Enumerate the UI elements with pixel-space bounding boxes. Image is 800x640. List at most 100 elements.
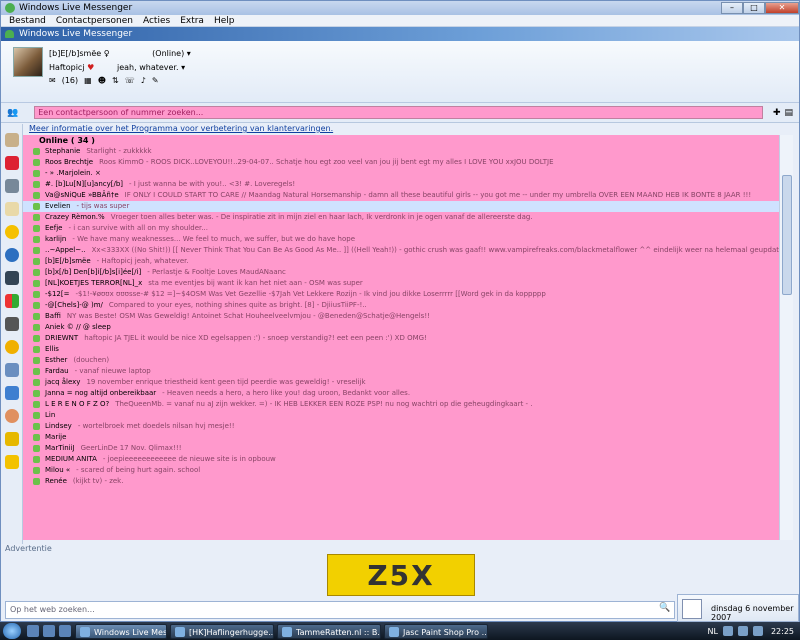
chevron-down-icon[interactable]: ▾ bbox=[181, 63, 185, 72]
music-icon[interactable]: ♪ bbox=[141, 76, 146, 85]
maximize-button[interactable]: □ bbox=[743, 2, 765, 14]
menu-help[interactable]: Help bbox=[209, 15, 240, 26]
sidebar-windows-icon[interactable] bbox=[5, 294, 19, 308]
language-indicator[interactable]: NL bbox=[707, 627, 717, 636]
contact-row[interactable]: [b]E[/b]smëe - Haftopicj jeah, whatever. bbox=[23, 256, 779, 267]
sidebar-bell-icon[interactable] bbox=[5, 432, 19, 446]
contact-row[interactable]: jacq ålexy 19 november enrique triestheid… bbox=[23, 377, 779, 388]
contact-row[interactable]: Crazey Rèmon.% Vroeger toen alles beter w… bbox=[23, 212, 779, 223]
start-button[interactable] bbox=[3, 623, 21, 639]
contact-row[interactable]: Esther (douchen) bbox=[23, 355, 779, 366]
menu-extra[interactable]: Extra bbox=[175, 15, 209, 26]
web-search-input[interactable]: Op het web zoeken... bbox=[5, 601, 675, 619]
contact-message: - We have many weaknesses... We feel to … bbox=[72, 235, 356, 243]
share-icon[interactable]: ⇅ bbox=[112, 76, 119, 85]
contact-row[interactable]: Va@sNiQuE »BBÂñ†e IF ONLY I COULD START T… bbox=[23, 190, 779, 201]
sidebar-people-icon[interactable] bbox=[5, 409, 19, 423]
sidebar-emoticon-icon[interactable] bbox=[5, 340, 19, 354]
contact-row[interactable]: Fardau - vanaf nieuwe laptop bbox=[23, 366, 779, 377]
ad-banner[interactable]: Z5X bbox=[327, 554, 475, 596]
info-link[interactable]: Meer informatie over het Programma voor … bbox=[1, 123, 799, 135]
sidebar-banner-icon[interactable] bbox=[5, 202, 19, 216]
sidebar-tv-icon[interactable] bbox=[5, 271, 19, 285]
contact-row[interactable]: karlijn - We have many weaknesses... We f… bbox=[23, 234, 779, 245]
tray-icon[interactable] bbox=[722, 626, 733, 636]
contact-row[interactable]: - » .Marjolein. × bbox=[23, 168, 779, 179]
contact-row[interactable]: MEDIUM ANITA - joepieeeeeeeeeeee de nieuw… bbox=[23, 454, 779, 465]
contact-row[interactable]: Aniek © // @ sleep bbox=[23, 322, 779, 333]
online-status-icon bbox=[33, 159, 40, 166]
search-icon[interactable]: 🔍 bbox=[659, 603, 673, 617]
contact-row[interactable]: Janna = nog altijd onbereikbaar - Heaven … bbox=[23, 388, 779, 399]
contact-row[interactable]: Ellis bbox=[23, 344, 779, 355]
avatar[interactable] bbox=[13, 47, 43, 77]
quicklaunch-media-icon[interactable] bbox=[59, 625, 71, 637]
quicklaunch-desktop-icon[interactable] bbox=[27, 625, 39, 637]
sidebar-game-icon[interactable] bbox=[5, 156, 19, 170]
sub-status[interactable]: jeah, whatever. bbox=[117, 63, 179, 72]
title-bar[interactable]: Windows Live Messenger – □ ✕ bbox=[1, 1, 799, 15]
sidebar-star-icon[interactable] bbox=[5, 455, 19, 469]
phone-icon[interactable]: ☏ bbox=[125, 76, 135, 85]
profile-name[interactable]: [b]E[/b]smëe ♀ bbox=[49, 49, 110, 58]
mail-icon[interactable]: ✉ bbox=[49, 76, 56, 85]
contact-row[interactable]: MarTiniiJ GeerLinDe 17 Nov. Qlimax!!! bbox=[23, 443, 779, 454]
contact-row[interactable]: [b]x[/b] Den[b]i[/b]s[i]ée[/i] - Perlastj… bbox=[23, 267, 779, 278]
contact-row[interactable]: Lin bbox=[23, 410, 779, 421]
menu-acties[interactable]: Acties bbox=[138, 15, 175, 26]
sidebar-avatar-icon[interactable] bbox=[5, 133, 19, 147]
contact-row[interactable]: L E R E N O F Z O? TheQueenMb. = vanaf nu… bbox=[23, 399, 779, 410]
contact-list-scrollbar[interactable] bbox=[779, 135, 793, 540]
task-messenger[interactable]: Windows Live Messen... bbox=[75, 623, 167, 639]
clock[interactable]: 22:25 bbox=[771, 627, 794, 636]
contact-name: [b]x[/b] Den[b]i[/b]s[i]ée[/i] bbox=[45, 268, 142, 276]
scrollbar-thumb[interactable] bbox=[782, 175, 792, 295]
contact-row[interactable]: Renée (kijkt tv) - zek. bbox=[23, 476, 779, 487]
menu-contactpersonen[interactable]: Contactpersonen bbox=[51, 15, 138, 26]
personal-message[interactable]: Haftopicj bbox=[49, 63, 85, 72]
contact-row[interactable]: Evelien - tijs was super bbox=[23, 201, 779, 212]
contact-search-input[interactable]: Een contactpersoon of nummer zoeken... bbox=[34, 106, 763, 119]
contact-row[interactable]: [NL]KOETJES TERROR[NL]_x sta me eventjes … bbox=[23, 278, 779, 289]
contact-row[interactable]: DRIEWNT haftopic JA TJEL it would be nice… bbox=[23, 333, 779, 344]
pen-icon[interactable]: ✎ bbox=[152, 76, 159, 85]
sidebar-media-icon[interactable] bbox=[5, 248, 19, 262]
contact-row[interactable]: Milou « - scared of being hurt again. sch… bbox=[23, 465, 779, 476]
contacts-icon[interactable]: ☻ bbox=[98, 76, 106, 85]
quicklaunch-ie-icon[interactable] bbox=[43, 625, 55, 637]
contact-row[interactable]: Baffi NY was Beste! OSM Was Geweldig! Ant… bbox=[23, 311, 779, 322]
contact-row[interactable]: Lindsey - wortelbroek met doedels nilsan … bbox=[23, 421, 779, 432]
contact-row[interactable]: Marije bbox=[23, 432, 779, 443]
minimize-button[interactable]: – bbox=[721, 2, 743, 14]
sidebar-file-icon[interactable] bbox=[5, 363, 19, 377]
menu-bestand[interactable]: Bestand bbox=[4, 15, 51, 26]
contact-row[interactable]: Eefje - i can survive with all on my shou… bbox=[23, 223, 779, 234]
close-button[interactable]: ✕ bbox=[765, 2, 799, 14]
chevron-down-icon[interactable]: ▾ bbox=[187, 49, 191, 58]
contact-row[interactable]: -$12[= -$1!-¥øʊʊx ʊʊʊsse-# $12 =]~$4OSM W… bbox=[23, 289, 779, 300]
sidebar-smiley-icon[interactable] bbox=[5, 225, 19, 239]
contact-row[interactable]: -@[Chels]-@ )m/Compared to your eyes, no… bbox=[23, 300, 779, 311]
tray-icon[interactable] bbox=[737, 626, 748, 636]
contact-row[interactable]: #. [b]Lu[N][u]ancy[/b] - I just wanna be … bbox=[23, 179, 779, 190]
task-haflinger[interactable]: [HK]Haflingerhugge... bbox=[170, 623, 274, 639]
status-label[interactable]: (Online) bbox=[152, 49, 184, 58]
date-gadget[interactable]: dinsdag 6 november 2007 bbox=[677, 594, 799, 622]
contact-row[interactable]: Roos Brechtje Roos KimmO - ROOS DICK..LOV… bbox=[23, 157, 779, 168]
task-paintshop[interactable]: Jasc Paint Shop Pro ... bbox=[384, 623, 488, 639]
mail-count[interactable]: (16) bbox=[62, 76, 78, 85]
online-status-icon bbox=[33, 170, 40, 177]
contact-row[interactable]: ..~Appel~.. Xx<333XX ((No Shit!)) [[ Neve… bbox=[23, 245, 779, 256]
contact-name: [NL]KOETJES TERROR[NL]_x bbox=[45, 279, 143, 287]
sidebar-music-icon[interactable] bbox=[5, 386, 19, 400]
sidebar-mobile-icon[interactable] bbox=[5, 317, 19, 331]
sidebar-phone-icon[interactable] bbox=[5, 179, 19, 193]
contact-row[interactable]: Stephanie Starlight - zukkkkk bbox=[23, 146, 779, 157]
task-tammeratten[interactable]: TammeRatten.nl :: B... bbox=[277, 623, 381, 639]
contact-name: - » .Marjolein. × bbox=[45, 169, 101, 177]
options-icon[interactable]: ▤ bbox=[784, 108, 793, 118]
add-contact-icon[interactable]: ✚ bbox=[773, 108, 781, 118]
group-header-online[interactable]: Online ( 34 ) bbox=[23, 135, 779, 146]
spaces-icon[interactable]: ▦ bbox=[84, 76, 92, 85]
tray-icon[interactable] bbox=[752, 626, 763, 636]
